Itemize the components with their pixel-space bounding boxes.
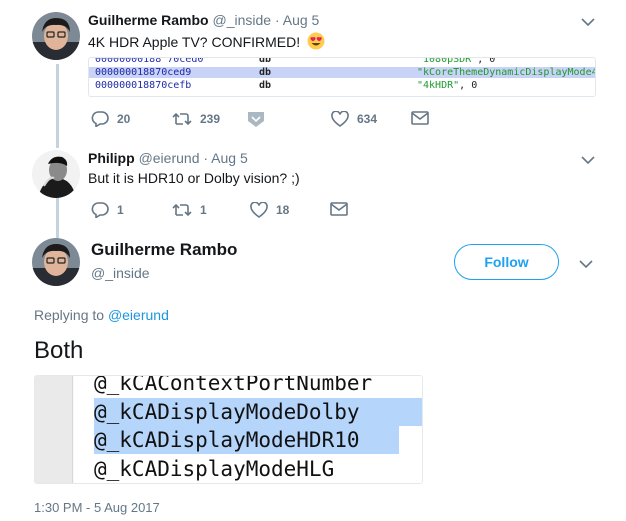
code-row: 000000018870cefb db "4kHDR", 0: [95, 80, 478, 91]
like-button[interactable]: 18: [250, 202, 289, 218]
tweet-2[interactable]: Philipp @eierund · Aug 5 But it is HDR10…: [0, 148, 626, 238]
envelope-icon: [330, 202, 348, 216]
replying-prefix: Replying to: [34, 307, 105, 323]
heart-icon: [250, 202, 268, 218]
retweet-icon: [172, 112, 192, 126]
chevron-down-icon[interactable]: [580, 16, 596, 28]
like-count: 634: [357, 112, 378, 126]
code-gutter: [35, 376, 73, 483]
replying-to-link[interactable]: @eierund: [108, 307, 169, 323]
code-screenshot[interactable]: @_kCAContextPortNumber @_kCADisplayModeD…: [34, 375, 423, 484]
retweet-count: 239: [200, 112, 221, 126]
retweet-button[interactable]: 239: [172, 111, 220, 127]
heart-eyes-emoji-icon: [307, 32, 325, 50]
code-line: @_kCADisplayModeDolby: [94, 400, 360, 424]
code-line: @_kCADisplayModeHLG: [94, 457, 335, 481]
author-handle[interactable]: @_inside: [91, 265, 150, 281]
follow-button[interactable]: Follow: [454, 244, 559, 280]
reply-count: 20: [117, 112, 131, 126]
like-button[interactable]: 634: [331, 111, 377, 127]
chevron-down-icon[interactable]: [580, 154, 596, 166]
reply-button[interactable]: 20: [91, 111, 130, 127]
direct-message-button[interactable]: [247, 111, 273, 127]
retweet-count: 1: [200, 203, 207, 217]
reply-icon: [91, 202, 109, 218]
code-row: 00000000188 70ced0 db "1080pSDR", 0: [95, 57, 496, 65]
tweet-text: Both: [34, 337, 84, 364]
author-name[interactable]: Guilherme Rambo: [91, 240, 237, 260]
replying-to: Replying to @eierund: [34, 307, 169, 323]
tweet-time[interactable]: · Aug 5: [275, 12, 319, 28]
shield-dropdown-icon: [248, 112, 264, 127]
reply-count: 1: [117, 203, 124, 217]
envelope-icon: [411, 111, 429, 125]
code-screenshot[interactable]: 00000000188 70ced0 db "1080pSDR", 0 0000…: [88, 57, 596, 97]
tweet-timestamp[interactable]: 1:30 PM - 5 Aug 2017: [34, 500, 160, 515]
reply-button[interactable]: 1: [91, 202, 124, 218]
tweet-actions: 1 1 18: [0, 202, 626, 222]
heart-icon: [331, 111, 349, 127]
chevron-down-icon[interactable]: [578, 258, 594, 270]
tweet-header: Guilherme Rambo @_inside · Aug 5: [88, 12, 319, 28]
code-line: @_kCAContextPortNumber: [94, 375, 373, 395]
author-name[interactable]: Guilherme Rambo: [88, 12, 209, 28]
message-button[interactable]: [330, 202, 356, 216]
retweet-button[interactable]: 1: [172, 202, 207, 218]
avatar[interactable]: [32, 12, 80, 60]
tweet-time[interactable]: · Aug 5: [203, 150, 247, 166]
message-button[interactable]: [411, 111, 437, 125]
author-name[interactable]: Philipp: [88, 150, 135, 166]
tweet-actions: 20 239 634: [0, 111, 626, 131]
code-row-highlighted: 000000018870ced9 db "kCoreThemeDynamicDi…: [89, 67, 595, 78]
tweet-header: Philipp @eierund · Aug 5: [88, 150, 248, 166]
code-line: @_kCADisplayModeHDR10: [94, 428, 360, 452]
retweet-icon: [172, 203, 192, 217]
author-handle[interactable]: @eierund: [139, 150, 200, 166]
like-count: 18: [276, 203, 290, 217]
reply-icon: [91, 111, 109, 127]
author-handle[interactable]: @_inside: [212, 12, 271, 28]
avatar[interactable]: [32, 150, 80, 198]
avatar[interactable]: [32, 238, 80, 286]
tweet-text: 4K HDR Apple TV? CONFIRMED!: [88, 32, 325, 50]
tweet-1[interactable]: Guilherme Rambo @_inside · Aug 5 4K HDR …: [0, 0, 626, 148]
tweet-text: But it is HDR10 or Dolby vision? ;): [88, 170, 300, 186]
